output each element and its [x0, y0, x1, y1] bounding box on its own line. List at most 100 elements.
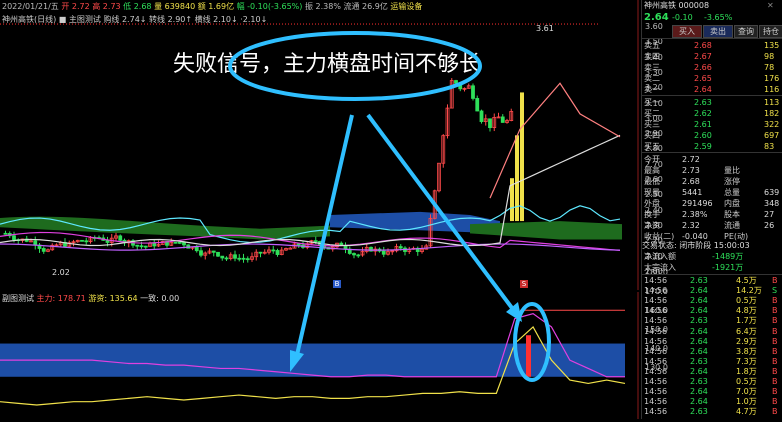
flow-row: 净流入额 -1489万	[642, 251, 782, 262]
tick-volume: 1.8万	[736, 366, 757, 376]
bid-price: 2.62	[694, 109, 712, 118]
tick-row: 14:56 2.64 7.0万 B	[642, 387, 782, 397]
ask-row[interactable]: 卖四 2.67 98	[642, 51, 782, 62]
bid-label: 买二	[644, 109, 660, 118]
stat-label: 今开	[644, 155, 660, 164]
tick-volume: 4.8万	[736, 306, 757, 316]
stat-row: 现量 5441 总量 639	[642, 187, 782, 198]
stat-label: 内盘	[724, 199, 740, 208]
ask-volume: 176	[764, 74, 780, 83]
tick-time: 14:56	[644, 276, 668, 285]
arrow-left-head	[290, 350, 304, 372]
stat-label: PE(动)	[724, 232, 749, 241]
tick-side: B	[772, 316, 778, 326]
stat-label: 净资	[644, 221, 660, 230]
tick-row: 14:56 2.63 0.5万 B	[642, 377, 782, 387]
ask-price: 2.65	[694, 74, 712, 83]
tick-side: B	[772, 387, 778, 397]
ask-label: 卖一	[644, 85, 660, 94]
bid-price: 2.60	[694, 131, 712, 140]
stat-value: 291496	[682, 199, 713, 208]
tick-row: 14:56 2.64 1.0万 B	[642, 397, 782, 407]
bid-volume: 697	[764, 131, 780, 140]
ask-volume: 78	[764, 63, 775, 72]
bid-volume: 322	[764, 120, 780, 129]
stat-value: 2.32	[682, 221, 700, 230]
bid-row[interactable]: 买五 2.59 83	[642, 141, 782, 152]
tick-volume: 4.5万	[736, 276, 757, 285]
bid-volume: 182	[764, 109, 780, 118]
tick-price: 2.64	[690, 286, 708, 296]
ask-label: 卖五	[644, 41, 660, 50]
tick-row: 14:56 2.64 3.8万 B	[642, 347, 782, 357]
stat-label: 涨停	[724, 177, 740, 186]
ask-price: 2.67	[694, 52, 712, 61]
stat-row: 今开 2.72	[642, 154, 782, 165]
position-tab[interactable]: 持仓	[759, 25, 782, 38]
tick-side: B	[772, 336, 778, 346]
close-icon[interactable]: ✕	[767, 0, 774, 11]
tick-time: 14:56	[644, 356, 668, 366]
tick-price: 2.64	[690, 366, 708, 376]
stat-value: 639	[764, 188, 780, 197]
stat-value: 5441	[682, 188, 703, 197]
tick-price: 2.64	[690, 397, 708, 407]
tick-price: 2.63	[690, 276, 708, 285]
tick-side: B	[772, 407, 778, 417]
stat-label: 换手	[644, 210, 660, 219]
stat-row: 外盘 291496 内盘 348	[642, 198, 782, 209]
tick-volume: 3.8万	[736, 346, 757, 356]
stat-value: 27	[764, 210, 775, 219]
stat-value: 2.68	[682, 177, 700, 186]
ask-volume: 135	[764, 41, 780, 50]
tick-time: 14:56	[644, 286, 668, 296]
tick-price: 2.63	[690, 356, 708, 366]
tick-price: 2.63	[690, 377, 708, 386]
tick-time: 14:56	[644, 346, 668, 356]
stat-label: 流通	[724, 221, 740, 230]
tick-row: 14:56 2.63 4.5万 B	[642, 276, 782, 286]
price-row: 2.64 -0.10 -3.65%	[642, 12, 782, 23]
flow-label: 净流入额	[644, 252, 676, 261]
stat-label: 股本	[724, 210, 740, 219]
tick-volume: 6.4万	[736, 326, 757, 336]
tick-side: B	[772, 377, 778, 386]
ask-row[interactable]: 卖五 2.68 135	[642, 40, 782, 51]
bid-price: 2.61	[694, 120, 712, 129]
bid-row[interactable]: 买三 2.61 322	[642, 119, 782, 130]
ask-row[interactable]: 卖二 2.65 176	[642, 73, 782, 84]
stat-row: 最低 2.68 涨停	[642, 176, 782, 187]
tick-row: 14:56 2.64 6.4万 B	[642, 327, 782, 337]
stat-label: 收益(二)	[644, 232, 675, 241]
bid-label: 买五	[644, 142, 660, 151]
bid-row[interactable]: 买二 2.62 182	[642, 108, 782, 119]
sell-tab[interactable]: 卖出	[703, 25, 733, 38]
query-tab[interactable]: 查询	[734, 25, 758, 38]
flow-row: 大宗流入 -1921万	[642, 262, 782, 273]
stat-row: 净资 2.32 流通 26	[642, 220, 782, 231]
ask-label: 卖三	[644, 63, 660, 72]
ask-row[interactable]: 卖三 2.66 78	[642, 62, 782, 73]
ask-row[interactable]: 卖一 2.64 116	[642, 84, 782, 95]
tick-side: B	[772, 326, 778, 336]
bid-row[interactable]: 买一 2.63 113	[642, 97, 782, 108]
tick-time: 14:56	[644, 326, 668, 336]
tick-row: 14:56 2.64 4.8万 B	[642, 306, 782, 316]
stat-label: 量比	[724, 166, 740, 175]
stat-row: 收益(二) -0.040 PE(动)	[642, 231, 782, 242]
tick-time: 14:56	[644, 306, 668, 316]
bid-label: 买四	[644, 131, 660, 140]
bid-row[interactable]: 买四 2.60 697	[642, 130, 782, 141]
tick-side: B	[772, 306, 778, 316]
tick-time: 14:56	[644, 377, 668, 386]
buy-tab[interactable]: 买入	[672, 25, 702, 38]
tick-volume: 1.0万	[736, 397, 757, 407]
bid-label: 买一	[644, 98, 660, 107]
tick-price: 2.63	[690, 407, 708, 417]
tick-price: 2.64	[690, 346, 708, 356]
stat-value: 2.38%	[682, 210, 708, 219]
tick-time: 14:56	[644, 296, 668, 306]
tick-volume: 1.7万	[736, 316, 757, 326]
tick-row: 14:56 2.63 4.7万 B	[642, 407, 782, 417]
stat-label: 最高	[644, 166, 660, 175]
